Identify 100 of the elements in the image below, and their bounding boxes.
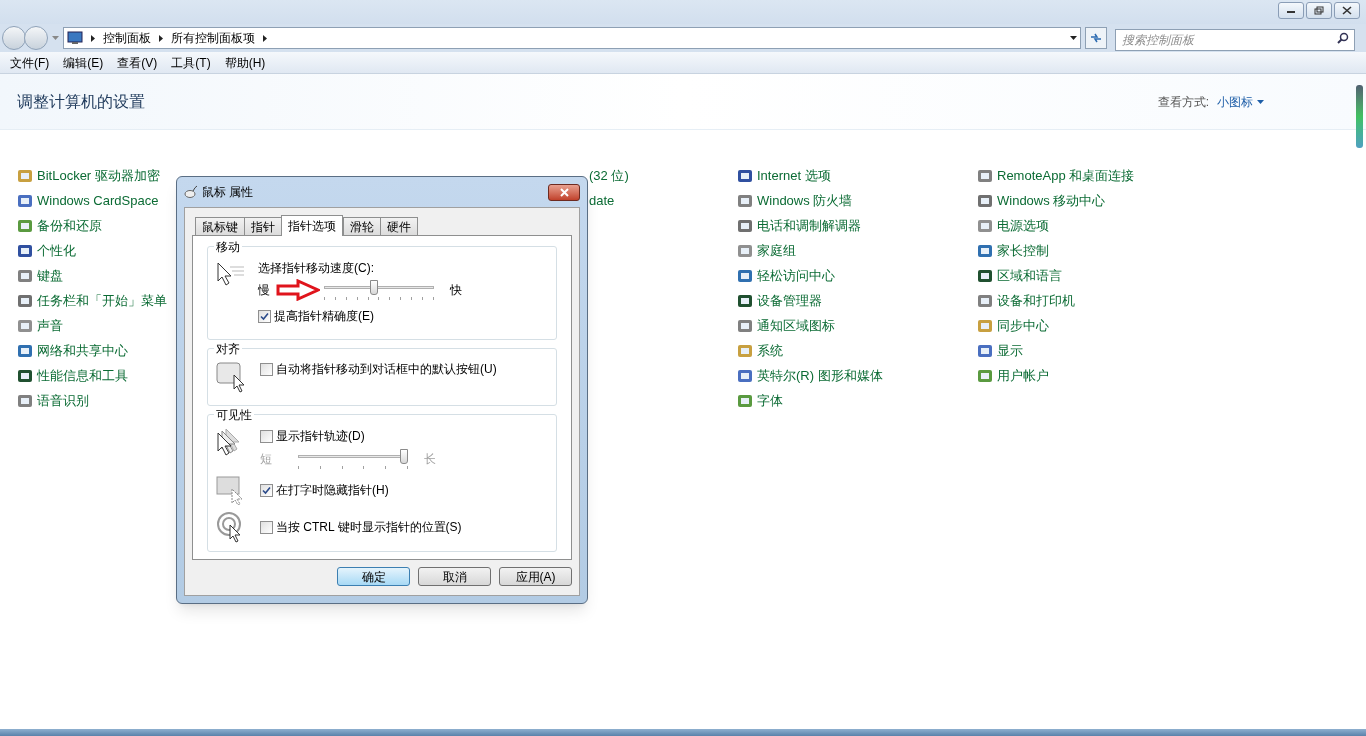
control-panel-link[interactable]: 设备和打印机 xyxy=(977,291,1217,310)
control-panel-icon xyxy=(977,167,993,184)
pointer-speed-icon xyxy=(216,261,246,287)
control-panel-icon xyxy=(977,292,993,309)
control-panel-icon xyxy=(977,342,993,359)
checkbox[interactable] xyxy=(260,429,273,443)
control-panel-icon xyxy=(17,292,33,309)
checkbox[interactable] xyxy=(260,483,273,497)
menu-item[interactable]: 查看(V) xyxy=(117,53,158,72)
dropdown-icon xyxy=(52,36,59,40)
view-dropdown[interactable]: 小图标 xyxy=(1217,92,1264,111)
chevron-right-icon xyxy=(91,34,95,42)
refresh-button[interactable] xyxy=(1085,27,1107,49)
dialog-button[interactable]: 应用(A) xyxy=(499,567,572,586)
control-panel-link[interactable]: date xyxy=(589,191,737,210)
control-panel-icon xyxy=(977,242,993,259)
control-panel-icon xyxy=(737,267,753,284)
caret-icon xyxy=(1257,99,1264,104)
address-field[interactable]: 控制面板 所有控制面板项 xyxy=(63,27,1081,49)
control-panel-icon xyxy=(977,317,993,334)
tab[interactable]: 指针选项 xyxy=(281,215,343,236)
control-panel-link[interactable]: 轻松访问中心 xyxy=(737,266,977,285)
page-title: 调整计算机的设置 xyxy=(17,91,145,112)
back-button[interactable] xyxy=(2,26,26,50)
restore-button[interactable] xyxy=(1306,2,1332,19)
checkbox[interactable] xyxy=(260,520,273,534)
menu-item[interactable]: 编辑(E) xyxy=(63,53,104,72)
control-panel-icon xyxy=(17,167,33,184)
search-field[interactable]: 搜索控制面板 xyxy=(1115,29,1355,51)
group-label: 移动 xyxy=(214,238,242,256)
control-panel-link[interactable]: 区域和语言 xyxy=(977,266,1217,285)
checkbox-label: 自动将指针移动到对话框中的默认按钮(U) xyxy=(276,363,497,376)
control-panel-icon xyxy=(67,31,83,45)
checkbox[interactable] xyxy=(258,309,271,323)
control-panel-link[interactable]: (32 位) xyxy=(589,166,737,185)
checkbox[interactable] xyxy=(260,363,273,376)
view-label: 查看方式: xyxy=(1157,93,1209,111)
control-panel-link[interactable]: Windows 移动中心 xyxy=(977,191,1217,210)
control-panel-icon xyxy=(737,342,753,359)
breadcrumb[interactable]: 所有控制面板项 xyxy=(171,29,255,47)
checkbox-label: 在打字时隐藏指针(H) xyxy=(276,482,389,499)
control-panel-icon xyxy=(977,367,993,384)
breadcrumb[interactable]: 控制面板 xyxy=(103,29,151,47)
control-panel-link[interactable]: 电源选项 xyxy=(977,216,1217,235)
dialog-button[interactable]: 取消 xyxy=(418,567,491,586)
control-panel-link[interactable]: 字体 xyxy=(737,391,977,410)
control-panel-link[interactable]: 性能信息和工具 xyxy=(17,366,257,385)
control-panel-link[interactable]: 用户帐户 xyxy=(977,366,1217,385)
dialog-title: 鼠标 属性 xyxy=(202,184,254,201)
control-panel-icon xyxy=(17,192,33,209)
control-panel-link[interactable]: Windows 防火墙 xyxy=(737,191,977,210)
menu-item[interactable]: 文件(F) xyxy=(10,53,50,72)
control-panel-link[interactable]: 家庭组 xyxy=(737,241,977,260)
tab[interactable]: 鼠标键 xyxy=(195,217,245,235)
control-panel-link[interactable]: BitLocker 驱动器加密 xyxy=(17,166,257,185)
dialog-button[interactable]: 确定 xyxy=(337,567,410,586)
control-panel-link[interactable]: 通知区域图标 xyxy=(737,316,977,335)
control-panel-link[interactable]: 同步中心 xyxy=(977,316,1217,335)
tab[interactable]: 滑轮 xyxy=(343,217,381,235)
scrollbar-thumb[interactable] xyxy=(1356,85,1363,148)
control-panel-icon xyxy=(977,267,993,284)
control-panel-icon xyxy=(17,242,33,259)
slider-thumb[interactable] xyxy=(369,280,378,295)
control-panel-link[interactable]: Internet 选项 xyxy=(737,166,977,185)
close-button[interactable] xyxy=(548,183,580,201)
control-panel-link[interactable]: 电话和调制解调器 xyxy=(737,216,977,235)
close-icon xyxy=(1342,6,1352,15)
close-icon xyxy=(559,187,569,197)
control-panel-link[interactable]: 英特尔(R) 图形和媒体 xyxy=(737,366,977,385)
forward-button[interactable] xyxy=(24,26,48,50)
control-panel-link[interactable]: 任务栏和「开始」菜单 xyxy=(17,291,257,310)
control-panel-link[interactable]: 显示 xyxy=(977,341,1217,360)
chevron-right-icon xyxy=(263,34,267,42)
refresh-icon xyxy=(1089,32,1103,44)
mouse-icon xyxy=(184,185,198,199)
minimize-button[interactable] xyxy=(1278,2,1304,19)
slider-thumb[interactable] xyxy=(400,449,408,464)
tab[interactable]: 硬件 xyxy=(380,217,418,235)
chevron-right-icon xyxy=(159,34,163,42)
control-panel-icon xyxy=(17,392,33,409)
restore-icon xyxy=(1314,6,1324,15)
short-label: 短 xyxy=(260,451,273,468)
control-panel-icon xyxy=(977,217,993,234)
checkbox-label: 显示指针轨迹(D) xyxy=(276,428,365,445)
close-button[interactable] xyxy=(1334,2,1360,19)
control-panel-icon xyxy=(737,367,753,384)
control-panel-link[interactable]: 设备管理器 xyxy=(737,291,977,310)
control-panel-link[interactable]: 键盘 xyxy=(17,266,257,285)
control-panel-icon xyxy=(17,217,33,234)
menu-item[interactable]: 帮助(H) xyxy=(224,53,266,72)
tab[interactable]: 指针 xyxy=(244,217,282,235)
control-panel-link[interactable]: RemoteApp 和桌面连接 xyxy=(977,166,1217,185)
control-panel-icon xyxy=(737,192,753,209)
slow-label: 慢 xyxy=(258,282,271,299)
arrow-icon xyxy=(276,279,320,301)
control-panel-link[interactable]: 家长控制 xyxy=(977,241,1217,260)
menu-item[interactable]: 工具(T) xyxy=(171,53,211,72)
control-panel-link[interactable]: 声音 xyxy=(17,316,257,335)
control-panel-link[interactable]: 系统 xyxy=(737,341,977,360)
control-panel-icon xyxy=(737,242,753,259)
